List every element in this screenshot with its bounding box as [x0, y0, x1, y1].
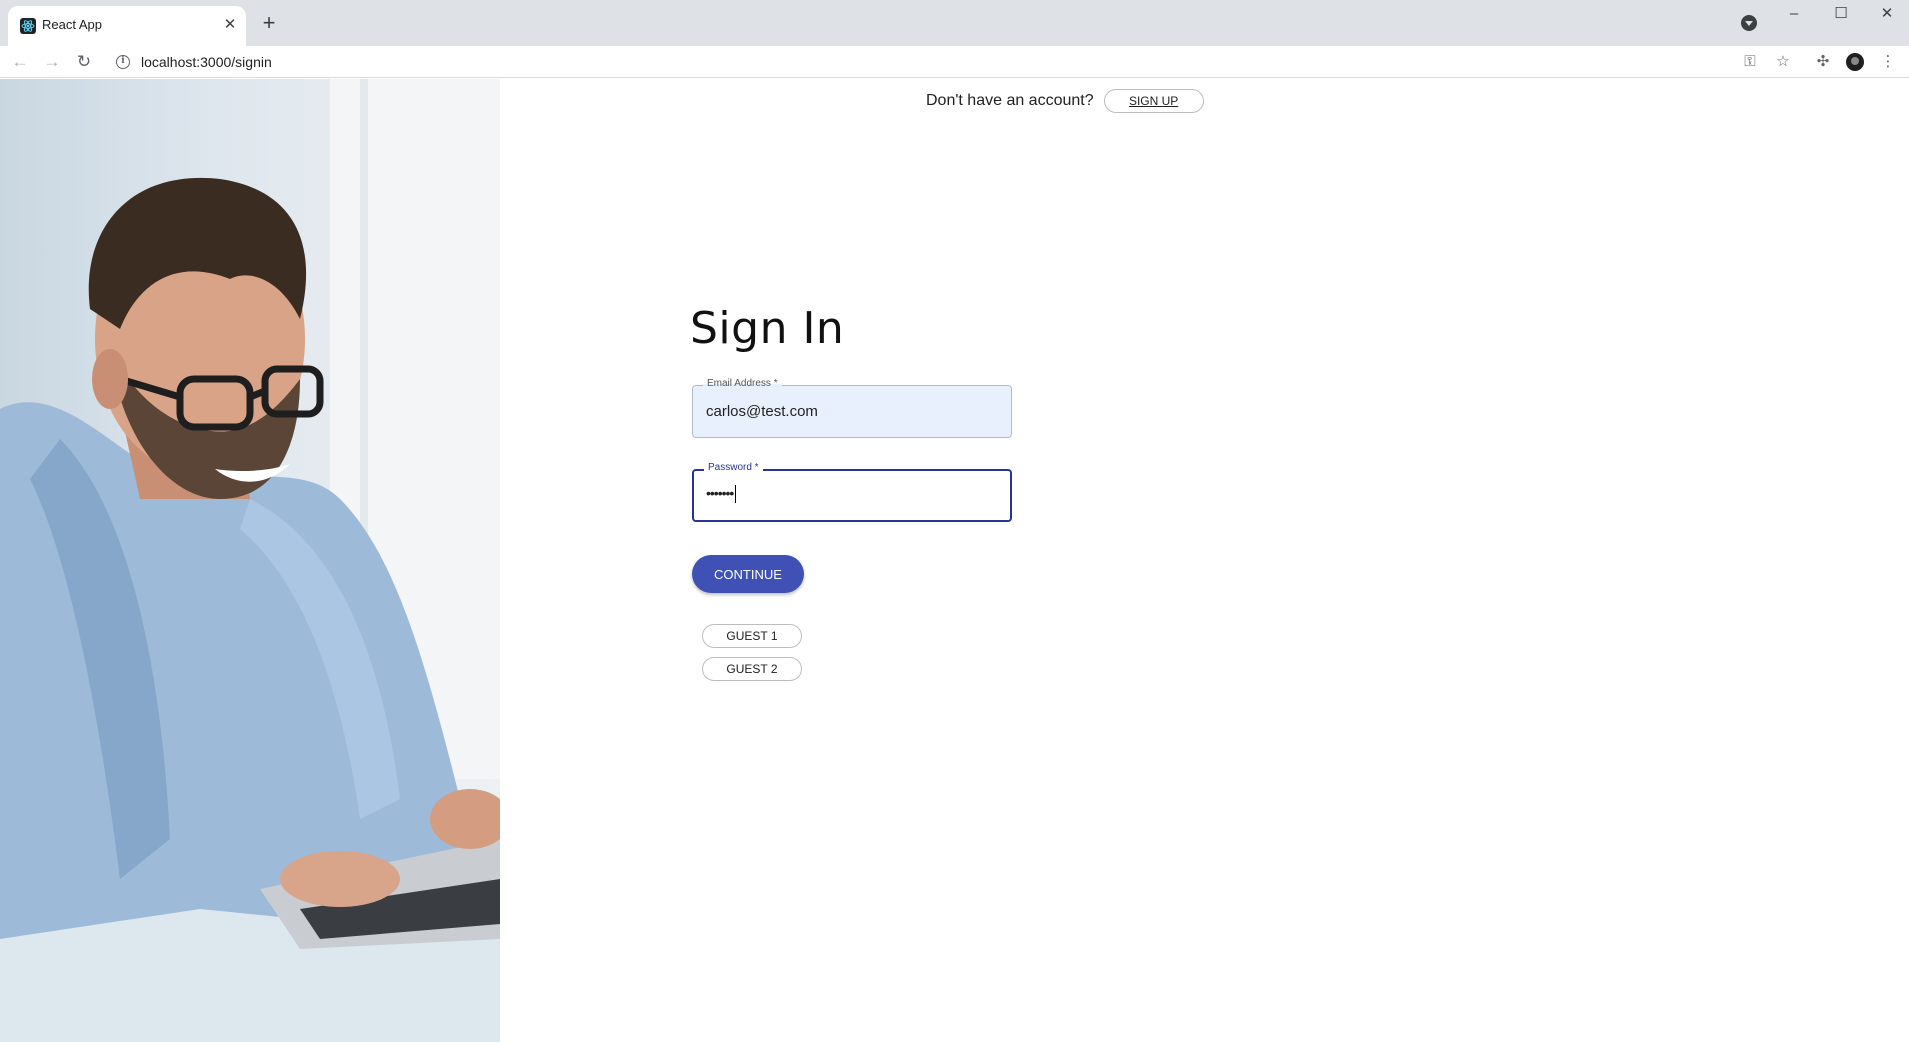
man-with-laptop-illustration [0, 79, 500, 1042]
close-tab-icon[interactable]: ✕ [222, 17, 238, 33]
password-label: Password * [704, 462, 763, 474]
signin-page: Don't have an account? SIGN UP Sign In E… [0, 79, 1909, 1042]
close-window-icon[interactable]: ✕ [1872, 4, 1902, 24]
browser-tab[interactable]: React App ✕ [8, 6, 246, 46]
continue-button[interactable]: CONTINUE [692, 555, 804, 593]
tab-strip: React App ✕ + – ☐ ✕ [0, 0, 1909, 46]
guest-2-button[interactable]: GUEST 2 [702, 657, 802, 681]
react-icon [20, 18, 36, 34]
url-text: localhost:3000/signin [141, 54, 272, 70]
new-tab-icon[interactable]: + [259, 12, 279, 34]
maximize-icon[interactable]: ☐ [1826, 4, 1856, 24]
signup-prompt: Don't have an account? SIGN UP [926, 89, 1204, 113]
browser-toolbar: ← → ↻ i localhost:3000/signin ⚿ ☆ ✣ ⋮ [0, 46, 1909, 78]
guest-1-button[interactable]: GUEST 1 [702, 624, 802, 648]
password-field[interactable]: Password * ••••••• [692, 462, 1012, 522]
password-value-wrap: ••••••• [706, 485, 737, 504]
key-icon[interactable]: ⚿ [1742, 54, 1758, 70]
text-caret [735, 485, 737, 504]
signup-button[interactable]: SIGN UP [1103, 89, 1204, 113]
menu-kebab-icon[interactable]: ⋮ [1880, 54, 1896, 70]
tab-search-icon[interactable] [1741, 15, 1757, 31]
forward-icon[interactable]: → [42, 52, 62, 72]
email-field[interactable]: Email Address * carlos@test.com [692, 378, 1012, 438]
email-value: carlos@test.com [706, 403, 818, 420]
tab-title: React App [42, 17, 102, 32]
email-label: Email Address * [703, 378, 782, 390]
address-bar[interactable]: i localhost:3000/signin [108, 49, 1768, 75]
profile-avatar[interactable] [1846, 53, 1864, 71]
hero-image [0, 79, 500, 1042]
site-info-icon[interactable]: i [116, 55, 130, 69]
password-value: ••••••• [706, 485, 734, 501]
page-title: Sign In [690, 303, 845, 354]
bookmark-star-icon[interactable]: ☆ [1775, 54, 1791, 70]
extensions-icon[interactable]: ✣ [1815, 54, 1831, 70]
no-account-text: Don't have an account? [926, 92, 1094, 109]
minimize-icon[interactable]: – [1779, 4, 1809, 24]
reload-icon[interactable]: ↻ [74, 52, 94, 72]
back-icon[interactable]: ← [10, 52, 30, 72]
